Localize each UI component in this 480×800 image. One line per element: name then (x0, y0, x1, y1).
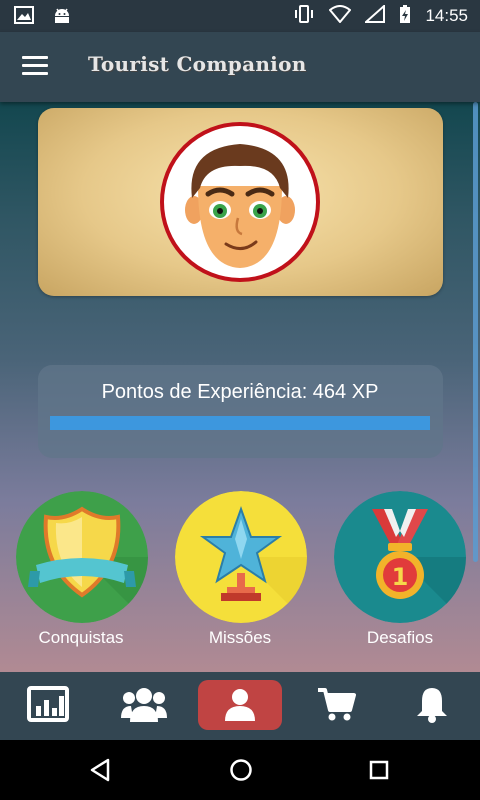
no-signal-icon (363, 3, 386, 27)
desafios-button[interactable]: 1 (334, 491, 466, 623)
system-navigation (0, 740, 480, 800)
svg-text:1: 1 (392, 563, 409, 591)
experience-label: Pontos de Experiência: 464 XP (101, 381, 379, 403)
bell-icon (414, 685, 450, 727)
image-icon (14, 6, 34, 30)
missoes-label: Missões (208, 628, 272, 647)
vibrate-icon (293, 5, 315, 27)
hamburger-menu-icon[interactable] (22, 56, 48, 76)
app-title: Tourist Companion (88, 52, 307, 76)
conquistas-button[interactable] (16, 491, 148, 623)
home-icon[interactable] (229, 758, 253, 786)
conquistas-label: Conquistas (38, 628, 124, 647)
nav-friends-button[interactable] (96, 672, 192, 740)
nav-shop-button[interactable] (288, 672, 384, 740)
wifi-icon (329, 5, 352, 27)
experience-card (38, 365, 443, 458)
missoes-button[interactable] (175, 491, 307, 623)
status-bar: 14:55 (0, 0, 480, 32)
experience-progress-bar (50, 416, 430, 430)
clock-time: 14:55 (425, 6, 468, 25)
nav-stats-button[interactable] (0, 672, 96, 740)
cart-icon (316, 686, 356, 726)
app-bar: Tourist Companion (0, 32, 480, 102)
user-avatar-face-icon[interactable] (160, 122, 320, 282)
nav-notifications-button[interactable] (384, 672, 480, 740)
nav-profile-button[interactable] (192, 672, 288, 740)
android-icon (52, 6, 72, 30)
desafios-label: Desafios (366, 628, 434, 647)
scrollbar[interactable] (473, 102, 478, 562)
back-icon[interactable] (89, 758, 111, 786)
battery-charging-icon (399, 4, 411, 28)
recents-icon[interactable] (369, 760, 389, 784)
bar-chart-icon (27, 686, 69, 726)
group-icon (121, 684, 167, 728)
experience-progress-fill (50, 416, 430, 430)
person-icon (223, 687, 257, 725)
